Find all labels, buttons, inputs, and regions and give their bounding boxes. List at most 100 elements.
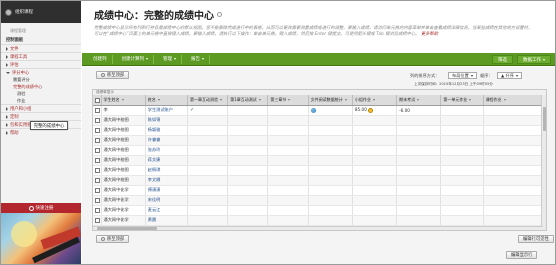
chevron-down-icon[interactable] xyxy=(288,98,291,101)
move-to-top-button[interactable]: 移至顶部 xyxy=(96,71,130,79)
table-row[interactable]: 通大网中化学 宋佳明 xyxy=(93,195,546,206)
row-checkbox[interactable] xyxy=(95,167,100,173)
grade-cell[interactable]: 许睿睿 xyxy=(145,135,188,146)
chevron-down-icon[interactable] xyxy=(344,98,347,101)
grade-cell[interactable] xyxy=(352,175,398,186)
column-header[interactable]: 学生姓名 xyxy=(101,95,146,106)
grade-cell[interactable] xyxy=(187,205,229,216)
table-row[interactable]: 通大网中校图 杨颖雅 xyxy=(93,125,546,136)
column-header[interactable]: 姓名 xyxy=(145,95,188,106)
row-select-cell[interactable] xyxy=(93,155,102,166)
sidebar-sub-full-grade-center[interactable]: 完整的成绩中心 xyxy=(1,83,81,90)
grade-cell[interactable] xyxy=(440,165,484,176)
chevron-down-icon[interactable] xyxy=(417,98,420,101)
grade-cell[interactable] xyxy=(187,185,229,196)
grade-cell[interactable] xyxy=(267,125,309,136)
bottom-move-to-top-button[interactable]: 移至顶部 xyxy=(96,235,130,243)
grade-cell[interactable] xyxy=(483,145,546,156)
grade-cell[interactable] xyxy=(396,195,442,206)
grade-cell[interactable] xyxy=(396,135,442,146)
grade-cell[interactable]: 杨颖雅 xyxy=(145,125,188,136)
row-checkbox[interactable] xyxy=(95,187,100,193)
grade-cell[interactable] xyxy=(396,175,442,186)
grade-cell[interactable] xyxy=(187,125,229,136)
grade-cell[interactable] xyxy=(483,205,546,216)
grade-cell[interactable] xyxy=(440,195,484,206)
grade-cell[interactable] xyxy=(396,205,442,216)
grade-cell[interactable] xyxy=(267,115,309,126)
grade-cell[interactable]: 通大网中校图 xyxy=(101,125,146,136)
grade-cell[interactable] xyxy=(440,215,484,226)
row-checkbox[interactable] xyxy=(95,107,100,113)
row-select-cell[interactable] xyxy=(93,195,102,206)
sidebar-item-users-groups[interactable]: 用户和小组 xyxy=(1,104,81,112)
table-row[interactable]: 通大网中化学 黄晨 xyxy=(93,215,546,226)
row-checkbox[interactable] xyxy=(95,137,100,143)
sidebar-item-files[interactable]: 文件 xyxy=(1,44,81,52)
grade-cell[interactable]: 通大网中校图 xyxy=(101,145,146,156)
grade-cell[interactable] xyxy=(308,195,353,206)
scroll-thumb[interactable] xyxy=(543,107,546,131)
table-row[interactable]: 通大网中化学 傅潇潇 xyxy=(93,185,546,196)
table-row[interactable]: 李 学生测试账户 ✓ 85.00 -6.00 xyxy=(93,105,546,116)
column-header[interactable]: 课程作业 xyxy=(483,95,546,106)
grade-cell[interactable] xyxy=(187,195,229,206)
grade-cell[interactable] xyxy=(440,115,484,126)
row-checkbox[interactable] xyxy=(95,217,100,223)
grade-cell[interactable] xyxy=(227,205,269,216)
grade-cell[interactable]: 通大网中校图 xyxy=(101,165,146,176)
edit-rows-button[interactable]: 编辑行可见性 xyxy=(518,235,554,243)
row-checkbox[interactable] xyxy=(95,157,100,163)
grade-cell[interactable] xyxy=(440,175,484,186)
grade-cell[interactable] xyxy=(267,215,309,226)
sort-select[interactable]: 布局位置 xyxy=(448,72,477,79)
table-row[interactable]: 通大网中校图 许睿睿 xyxy=(93,135,546,146)
row-select-cell[interactable] xyxy=(93,185,102,196)
grade-cell[interactable] xyxy=(267,145,309,156)
grade-cell[interactable] xyxy=(267,135,309,146)
grade-cell[interactable] xyxy=(483,175,546,186)
grade-cell[interactable] xyxy=(267,165,309,176)
row-checkbox[interactable] xyxy=(95,127,100,133)
grade-cell[interactable]: 李文娜 xyxy=(145,175,188,186)
column-header[interactable]: 第三章节 xyxy=(267,95,309,106)
grade-cell[interactable] xyxy=(227,145,269,156)
grade-cell[interactable]: 通大网中化学 xyxy=(101,215,146,226)
grade-cell[interactable] xyxy=(308,155,353,166)
grade-cell[interactable] xyxy=(267,105,309,116)
grade-cell[interactable] xyxy=(308,125,353,136)
select-all-header[interactable] xyxy=(93,95,102,106)
grade-cell[interactable] xyxy=(396,165,442,176)
vertical-scrollbar[interactable] xyxy=(541,95,546,230)
sidebar-sub-assignments[interactable]: 作业 xyxy=(1,97,81,104)
grade-cell[interactable] xyxy=(187,115,229,126)
table-row[interactable]: 通大网中校图 赵佩琪 xyxy=(93,165,546,176)
sidebar-sub-tests[interactable]: 测验 xyxy=(1,90,81,97)
horizontal-scrollbar[interactable] xyxy=(93,226,543,230)
create-column-button[interactable]: 创建列 xyxy=(88,54,113,64)
filter-button[interactable]: 筛选 xyxy=(492,55,513,64)
grade-cell[interactable] xyxy=(267,185,309,196)
grade-cell[interactable] xyxy=(308,215,353,226)
grade-cell[interactable] xyxy=(352,165,398,176)
chevron-down-icon[interactable] xyxy=(503,98,506,101)
row-select-cell[interactable] xyxy=(93,115,102,126)
column-header[interactable]: 第一章互动测验 xyxy=(187,95,229,106)
grade-cell[interactable] xyxy=(396,155,442,166)
row-checkbox[interactable] xyxy=(95,197,100,203)
grade-cell[interactable] xyxy=(483,125,546,136)
reports-button[interactable]: 报告 xyxy=(186,54,210,64)
row-checkbox[interactable] xyxy=(95,177,100,183)
grade-cell[interactable]: 蒋文康 xyxy=(145,155,188,166)
sidebar-sub-needs-grading[interactable]: 需要评分 xyxy=(1,76,81,83)
grade-cell[interactable] xyxy=(483,215,546,226)
grade-cell[interactable] xyxy=(483,155,546,166)
grade-cell[interactable] xyxy=(396,115,442,126)
grade-cell[interactable] xyxy=(227,165,269,176)
grade-cell[interactable]: 85.00 xyxy=(352,105,398,116)
work-offline-button[interactable]: 数据工作 xyxy=(517,55,551,64)
grade-cell[interactable] xyxy=(227,105,269,116)
grade-cell[interactable] xyxy=(187,145,229,156)
grade-cell[interactable] xyxy=(227,175,269,186)
table-row[interactable]: 通大网中校图 张苏玲 xyxy=(93,145,546,156)
